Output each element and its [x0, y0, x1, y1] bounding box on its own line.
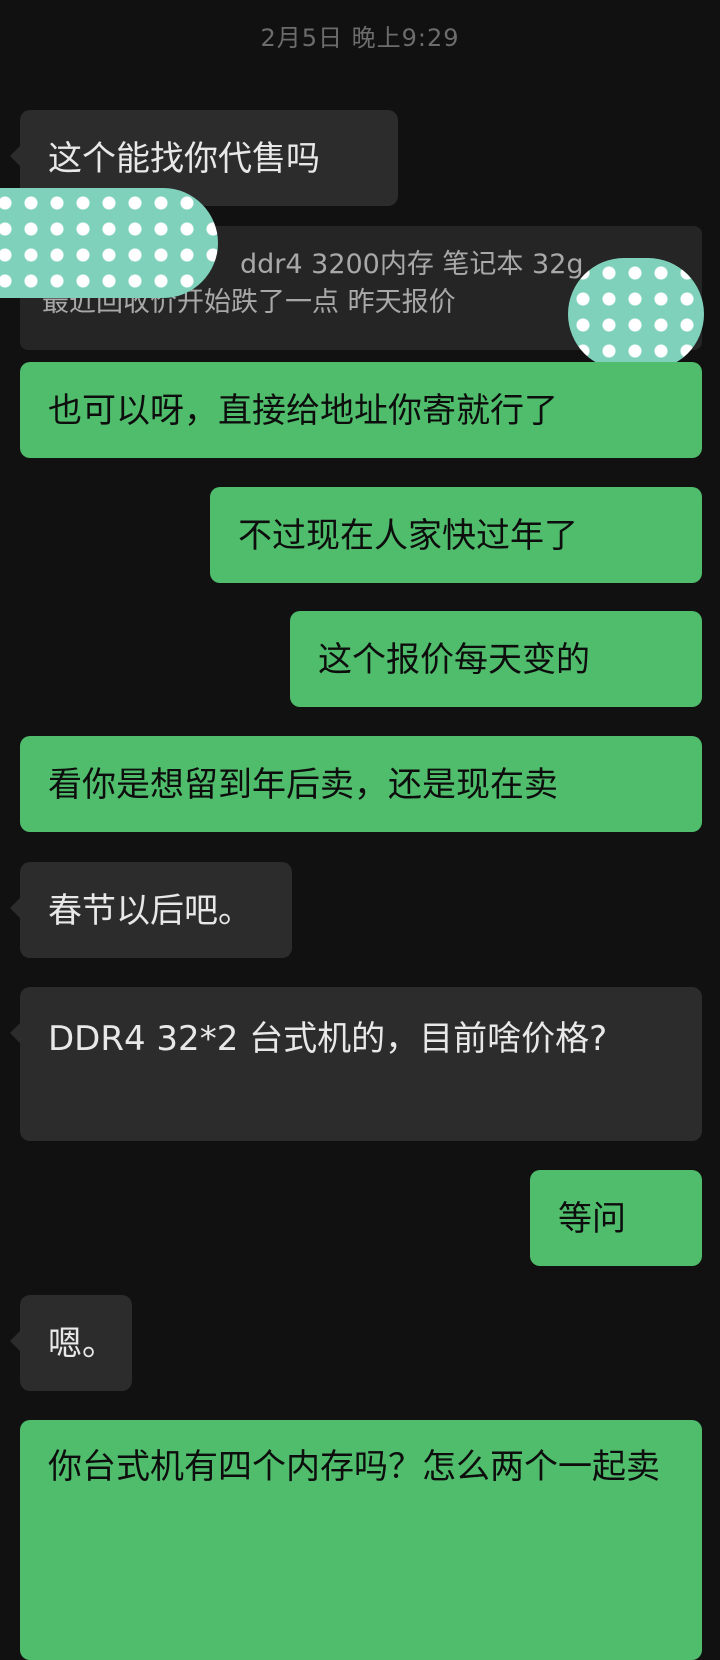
message-bubble-incoming[interactable]: 嗯。: [10, 1295, 132, 1391]
message-text: 看你是想留到年后卖，还是现在卖: [48, 765, 558, 805]
redaction-sticker: [568, 258, 704, 370]
message-bubble-outgoing[interactable]: 看你是想留到年后卖，还是现在卖: [20, 736, 702, 832]
message-bubble-incoming[interactable]: 春节以后吧。: [10, 862, 292, 958]
message-text: 你台式机有四个内存吗？怎么两个一起卖: [48, 1447, 660, 1487]
message-bubble-outgoing[interactable]: 不过现在人家快过年了: [210, 487, 702, 583]
message-text: 春节以后吧。: [48, 891, 252, 931]
message-bubble-outgoing[interactable]: 也可以呀，直接给地址你寄就行了: [20, 362, 702, 458]
message-text: 不过现在人家快过年了: [238, 516, 578, 556]
message-text: 也可以呀，直接给地址你寄就行了: [48, 391, 558, 431]
message-bubble-outgoing[interactable]: 你台式机有四个内存吗？怎么两个一起卖: [20, 1420, 702, 1660]
message-text: 这个报价每天变的: [318, 640, 590, 680]
message-bubble-outgoing[interactable]: 这个报价每天变的: [290, 611, 702, 707]
message-text: 嗯。: [48, 1324, 116, 1364]
message-text: 这个能找你代售吗: [48, 139, 320, 179]
message-text: DDR4 32*2 台式机的，目前啥价格?: [48, 1019, 608, 1059]
message-bubble-outgoing[interactable]: 等问: [530, 1170, 702, 1266]
message-text: 等问: [558, 1199, 626, 1239]
message-bubble-incoming[interactable]: DDR4 32*2 台式机的，目前啥价格?: [10, 987, 702, 1141]
redaction-sticker: [0, 188, 218, 298]
chat-timestamp: 2月5日 晚上9:29: [260, 24, 460, 52]
